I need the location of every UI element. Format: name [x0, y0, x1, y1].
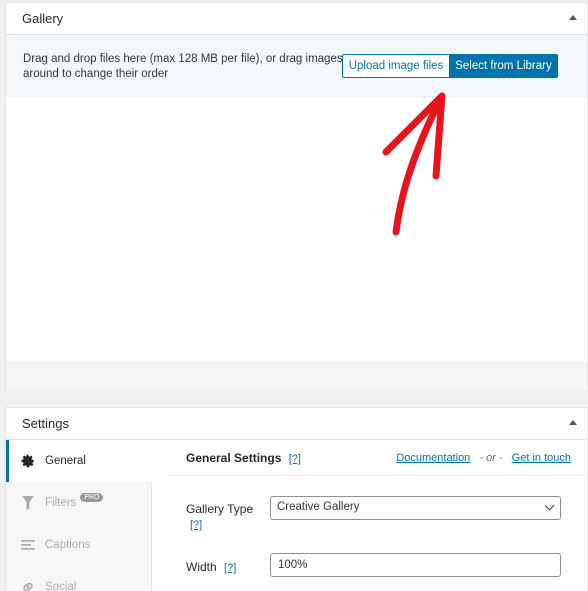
- settings-content-header: General Settings [?] Documentation - or …: [166, 440, 587, 476]
- header-links: Documentation - or - Get in touch: [396, 452, 571, 464]
- dropzone-text-line-1: Drag and drop files here (max 128 MB per…: [23, 53, 343, 65]
- gallery-type-selected-value: Creative Gallery: [277, 501, 360, 513]
- gallery-type-row: Gallery Type [?] Creative Gallery: [186, 496, 575, 536]
- tab-general-label: General: [45, 455, 86, 467]
- tab-filters-label: Filters: [45, 497, 77, 509]
- settings-panel-title: Settings: [22, 416, 69, 431]
- documentation-link[interactable]: Documentation: [396, 452, 470, 464]
- width-label-group: Width [?]: [186, 560, 236, 574]
- gallery-image-area[interactable]: [6, 97, 587, 362]
- width-row: Width [?] 100%: [186, 553, 575, 583]
- gallery-type-label-group: Gallery Type [?]: [186, 502, 253, 531]
- settings-content: General Settings [?] Documentation - or …: [166, 440, 587, 577]
- gallery-panel-title: Gallery: [22, 11, 64, 26]
- select-from-library-button[interactable]: Select from Library: [449, 54, 558, 78]
- gallery-footer: [6, 362, 587, 389]
- link-separator: - or -: [479, 452, 503, 464]
- width-help-link[interactable]: [?]: [224, 562, 236, 574]
- dropzone-bar[interactable]: Drag and drop files here (max 128 MB per…: [6, 35, 587, 97]
- filter-icon: [20, 495, 36, 511]
- link-icon: [20, 579, 36, 591]
- collapse-toggle-icon[interactable]: [569, 15, 577, 20]
- tab-captions-label: Captions: [45, 539, 91, 551]
- upload-image-files-button[interactable]: Upload image files: [342, 54, 449, 78]
- tab-social[interactable]: Social: [6, 566, 151, 591]
- gallery-panel: Gallery Drag and drop files here (max 12…: [5, 2, 588, 389]
- settings-tabs: General Filters PRO Captions Social: [6, 440, 153, 591]
- tab-captions[interactable]: Captions: [6, 524, 151, 566]
- tab-social-label: Social: [45, 581, 77, 591]
- collapse-toggle-icon[interactable]: [569, 420, 577, 425]
- gallery-type-select[interactable]: Creative Gallery: [270, 496, 561, 520]
- annotation-arrow-icon: [382, 92, 446, 236]
- tab-general[interactable]: General: [6, 440, 153, 482]
- settings-panel: Settings General Filters PRO Captions So…: [5, 407, 588, 591]
- gallery-panel-header[interactable]: Gallery: [6, 3, 587, 35]
- dropzone-text-line-2: around to change their order: [23, 68, 169, 80]
- settings-panel-header[interactable]: Settings: [6, 408, 587, 440]
- width-label: Width: [186, 560, 217, 574]
- captions-icon: [20, 537, 36, 553]
- tab-filters[interactable]: Filters PRO: [6, 482, 151, 524]
- width-input[interactable]: 100%: [270, 553, 561, 577]
- get-in-touch-link[interactable]: Get in touch: [512, 452, 571, 464]
- pro-badge: PRO: [80, 492, 104, 502]
- gear-icon: [20, 453, 36, 469]
- chevron-down-icon: [544, 500, 555, 511]
- gallery-type-help-link[interactable]: [?]: [190, 519, 253, 531]
- dropzone-instructions: Drag and drop files here (max 128 MB per…: [23, 52, 343, 82]
- gallery-type-label: Gallery Type: [186, 502, 254, 516]
- general-settings-heading: General Settings: [186, 451, 282, 465]
- settings-body: General Filters PRO Captions Social Gene…: [6, 440, 587, 591]
- general-settings-title: General Settings [?]: [186, 451, 301, 465]
- general-settings-help-link[interactable]: [?]: [289, 453, 301, 465]
